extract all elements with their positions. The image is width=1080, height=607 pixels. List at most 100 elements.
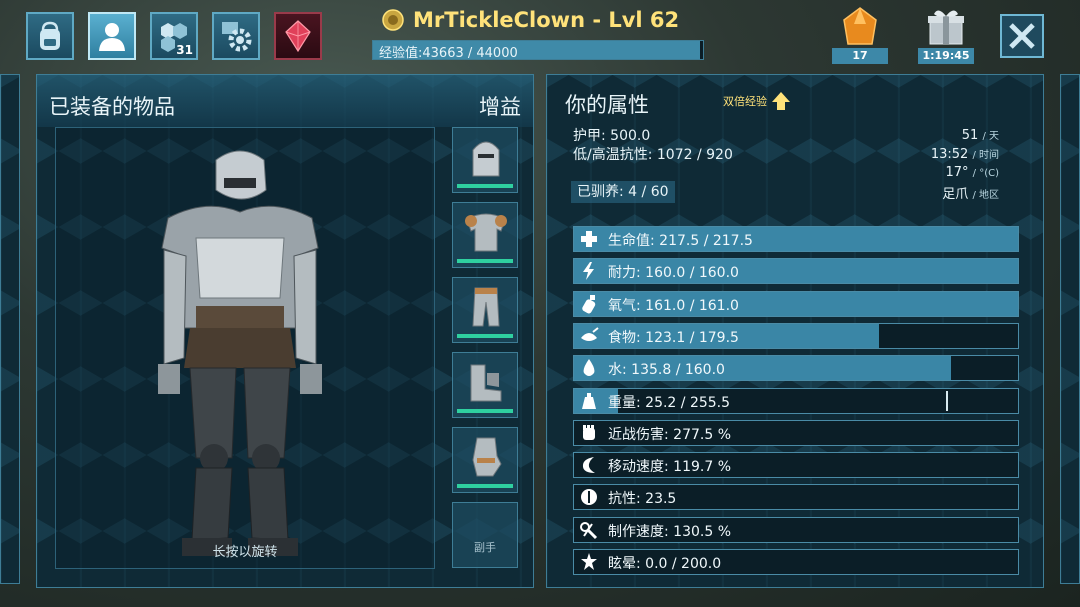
stat-row-food[interactable]: 食物: 123.1 / 179.5: [573, 322, 1019, 349]
gloves-durability-bar: [457, 484, 513, 488]
fist-icon: [578, 423, 600, 443]
day-value: 51: [961, 128, 979, 143]
weight-icon: [578, 391, 600, 411]
chest-durability-bar: [457, 259, 513, 263]
helmet-icon: [472, 141, 500, 177]
chestplate-icon: [465, 213, 507, 252]
stat-label-stamina: 耐力: 160.0 / 160.0: [608, 265, 739, 282]
area-unit: / 地区: [972, 190, 999, 201]
level-medal-icon: [382, 9, 404, 31]
stat-label-melee: 近战伤害: 277.5 %: [608, 426, 731, 443]
gift-timer[interactable]: 1:19:45: [918, 6, 974, 64]
offhand-slot[interactable]: 副手: [452, 502, 518, 568]
temperature-value: 17°: [945, 165, 969, 180]
tamed-count: 已驯养: 4 / 60: [571, 181, 675, 203]
gem-count: 17: [832, 48, 888, 64]
double-xp-indicator: 双倍经验: [723, 91, 791, 111]
offhand-label: 副手: [474, 541, 496, 554]
character-model-viewport[interactable]: 长按以旋转: [55, 127, 435, 569]
gloves-slot[interactable]: [452, 427, 518, 493]
boots-icon: [470, 364, 502, 402]
engram-points-badge: 31: [176, 43, 193, 57]
day-unit: / 天: [982, 131, 999, 142]
gift-countdown: 1:19:45: [918, 48, 974, 64]
close-icon: [1009, 23, 1035, 49]
fortitude-icon: [578, 487, 600, 507]
rotate-hint: 长按以旋转: [212, 545, 278, 560]
temperature-unit: / °(C): [972, 168, 999, 179]
gauntlets-icon: [472, 437, 502, 477]
day-readout: 51 / 天: [962, 127, 999, 143]
food-icon: [578, 326, 600, 346]
engrams-tab[interactable]: 31: [150, 12, 198, 60]
stat-row-fortitude[interactable]: 抗性: 23.5: [573, 484, 1019, 511]
armor-value: 护甲: 500.0: [573, 128, 651, 144]
legs-slot[interactable]: [452, 277, 518, 343]
oxygen-tank-icon: [578, 294, 600, 314]
equipment-header: 已装备的物品 增益: [37, 75, 533, 127]
left-neighbor-panel: [0, 74, 20, 584]
stat-label-speed: 移动速度: 119.7 %: [608, 459, 731, 476]
double-xp-label: 双倍经验: [723, 95, 767, 108]
time-value: 13:52: [930, 147, 969, 162]
close-button[interactable]: [1000, 14, 1044, 58]
backpack-icon: [40, 21, 60, 50]
stat-label-water: 水: 135.8 / 160.0: [608, 362, 725, 379]
time-unit: / 时间: [972, 150, 999, 161]
gem-counter[interactable]: 17: [832, 6, 888, 64]
chest-slot[interactable]: [452, 202, 518, 268]
stat-label-food: 食物: 123.1 / 179.5: [608, 329, 739, 346]
player-tab[interactable]: [88, 12, 136, 60]
stat-row-stamina[interactable]: 耐力: 160.0 / 160.0: [573, 258, 1019, 285]
buffs-title: 增益: [479, 95, 521, 119]
arrow-up-icon: [772, 92, 790, 110]
speed-icon: [578, 455, 600, 475]
player-name-level: MrTickleClown - Lvl 62: [413, 8, 680, 32]
helmet-slot[interactable]: [452, 127, 518, 193]
stat-row-torpor[interactable]: 眩晕: 0.0 / 200.0: [573, 549, 1019, 575]
boots-slot[interactable]: [452, 352, 518, 418]
xp-bar: 经验值:43663 / 44000: [372, 40, 704, 61]
stat-row-oxygen[interactable]: 氧气: 161.0 / 161.0: [573, 290, 1019, 317]
stat-row-weight[interactable]: 重量: 25.2 / 255.5: [573, 387, 1019, 414]
xp-label: 经验值:43663 / 44000: [379, 46, 518, 61]
equipment-panel: 已装备的物品 增益 长按以旋转 副手: [36, 74, 534, 588]
gear-icon: [222, 22, 252, 52]
settings-tab[interactable]: [212, 12, 260, 60]
stats-panel: 你的属性 双倍经验 护甲: 500.0 低/高温抗性: 1072 / 920 5…: [546, 74, 1044, 588]
player-icon: [99, 23, 125, 51]
stat-row-melee[interactable]: 近战伤害: 277.5 %: [573, 419, 1019, 446]
stat-label-oxygen: 氧气: 161.0 / 161.0: [608, 297, 739, 314]
stat-label-weight: 重量: 25.2 / 255.5: [608, 394, 731, 411]
stat-label-crafting: 制作速度: 130.5 %: [608, 523, 731, 540]
amber-gem-icon: [843, 7, 877, 45]
area-readout: 足爪 / 地区: [942, 183, 999, 202]
torpor-icon: [578, 552, 600, 572]
stat-label-health: 生命值: 217.5 / 217.5: [608, 233, 753, 249]
backpack-tab[interactable]: [26, 12, 74, 60]
equipment-title: 已装备的物品: [49, 95, 175, 119]
lightning-icon: [578, 261, 600, 281]
cross-icon: [578, 229, 600, 249]
temperature-resistance: 低/高温抗性: 1072 / 920: [573, 147, 733, 163]
legs-durability-bar: [457, 334, 513, 338]
stats-title: 你的属性: [565, 93, 649, 117]
player-title: MrTickleClown - Lvl 62: [381, 6, 679, 34]
right-neighbor-panel: [1060, 74, 1080, 584]
weight-threshold-marker: [945, 390, 948, 411]
stat-row-speed[interactable]: 移动速度: 119.7 %: [573, 452, 1019, 479]
stat-row-water[interactable]: 水: 135.8 / 160.0: [573, 355, 1019, 382]
area-value: 足爪: [942, 187, 969, 202]
stat-label-torpor: 眩晕: 0.0 / 200.0: [608, 556, 722, 572]
water-drop-icon: [578, 358, 600, 378]
leggings-icon: [472, 287, 500, 327]
temperature-readout: 17° / °(C): [945, 165, 999, 180]
boots-durability-bar: [457, 409, 513, 413]
stat-row-health[interactable]: 生命值: 217.5 / 217.5: [573, 226, 1019, 252]
stat-label-fortitude: 抗性: 23.5: [608, 491, 677, 508]
crafting-icon: [578, 520, 600, 540]
element-tab[interactable]: [274, 12, 322, 60]
stat-row-crafting[interactable]: 制作速度: 130.5 %: [573, 516, 1019, 543]
time-readout: 13:52 / 时间: [931, 146, 999, 162]
element-crystal-icon: [285, 20, 311, 53]
